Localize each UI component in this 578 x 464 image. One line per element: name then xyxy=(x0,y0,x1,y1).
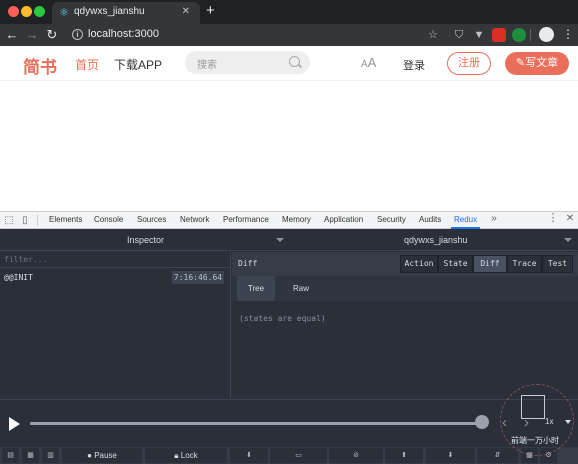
timeline-progress xyxy=(30,422,482,425)
inspector-pane: Diff Action State Diff Trace Test Tree R… xyxy=(232,252,578,398)
tab-security[interactable]: Security xyxy=(377,215,406,224)
more-tabs-icon[interactable]: » xyxy=(488,213,500,224)
instance-select[interactable]: qdywxs_jianshu xyxy=(404,235,468,245)
toolbar-divider xyxy=(530,29,531,41)
address-bar[interactable]: localhost:3000 xyxy=(88,28,159,40)
minimize-window-button[interactable] xyxy=(21,6,32,17)
tab-memory[interactable]: Memory xyxy=(282,215,311,224)
timeline-slider[interactable] xyxy=(30,422,482,425)
reload-icon[interactable]: ↻ xyxy=(44,26,60,44)
remote-icon[interactable]: ⇵ xyxy=(477,448,518,463)
inspector-monitor-icon[interactable]: ▥ xyxy=(42,448,59,463)
keyboard-icon[interactable]: ▭ xyxy=(270,448,327,463)
tab-title: qdywxs_jianshu xyxy=(74,6,145,17)
pause-button[interactable]: ● Pause xyxy=(62,448,142,463)
pin-icon[interactable]: ⬇ xyxy=(230,448,268,463)
mode-state-button[interactable]: State xyxy=(438,255,473,273)
action-list-pane: filter... @@INIT 7:16:46.64 xyxy=(0,252,231,398)
watermark: 前端一万小时 xyxy=(500,384,574,456)
action-name: @@INIT xyxy=(4,273,33,282)
shield-extension-icon[interactable]: ⛉ xyxy=(452,28,466,42)
mode-action-button[interactable]: Action xyxy=(400,255,438,273)
filter-input[interactable]: filter... xyxy=(4,255,47,264)
device-toolbar-icon[interactable]: ▯ xyxy=(19,215,31,226)
tab-application[interactable]: Application xyxy=(324,215,363,224)
remote-off-icon[interactable]: ⊘ xyxy=(329,448,383,463)
tab-performance[interactable]: Performance xyxy=(223,215,269,224)
maximize-window-button[interactable] xyxy=(34,6,45,17)
tab-console[interactable]: Console xyxy=(94,215,123,224)
browser-tab-strip: ⚛ qdywxs_jianshu ✕ + xyxy=(0,0,578,24)
devtools-tab-bar: ⬚ ▯ Elements Console Sources Network Per… xyxy=(0,211,578,229)
watermark-text: 前端一万小时 xyxy=(511,436,559,445)
mode-trace-button[interactable]: Trace xyxy=(507,255,542,273)
signup-button[interactable]: 注册 xyxy=(447,52,491,75)
tab-redux[interactable]: Redux xyxy=(450,215,481,229)
filter-field[interactable]: filter... xyxy=(0,252,231,268)
tab-sources[interactable]: Sources xyxy=(137,215,166,224)
subtab-tree[interactable]: Tree xyxy=(237,276,275,301)
login-link[interactable]: 登录 xyxy=(403,57,425,73)
forward-icon[interactable]: → xyxy=(24,26,40,44)
site-info-icon[interactable]: i xyxy=(72,29,83,40)
inspector-header: Diff Action State Diff Trace Test xyxy=(232,252,578,276)
red-extension-icon[interactable] xyxy=(492,28,506,42)
watermark-figure-icon xyxy=(521,395,545,419)
play-icon[interactable] xyxy=(9,417,20,431)
close-window-button[interactable] xyxy=(8,6,19,17)
monitor-select[interactable]: Inspector xyxy=(0,229,290,251)
profile-avatar-icon[interactable] xyxy=(539,27,554,42)
font-size-toggle-icon[interactable]: AA xyxy=(361,55,376,70)
inspector-subtabs: Tree Raw xyxy=(232,276,578,301)
devtools-divider xyxy=(37,215,38,226)
export-icon[interactable]: ⬆ xyxy=(385,448,423,463)
log-monitor-icon[interactable]: ▤ xyxy=(2,448,19,463)
nav-download-app-link[interactable]: 下载APP xyxy=(114,56,162,73)
back-icon[interactable]: ← xyxy=(4,26,20,44)
react-favicon-icon: ⚛ xyxy=(59,7,69,19)
search-icon[interactable] xyxy=(289,56,300,67)
chevron-down-icon xyxy=(276,238,284,242)
slider-handle[interactable] xyxy=(475,415,489,429)
search-input[interactable]: 搜索 xyxy=(197,56,217,71)
mode-diff-button[interactable]: Diff xyxy=(473,255,507,273)
green-extension-icon[interactable] xyxy=(512,28,526,42)
mode-test-button[interactable]: Test xyxy=(542,255,573,273)
subtab-raw[interactable]: Raw xyxy=(282,276,320,301)
monitor-label: Inspector xyxy=(127,235,165,245)
tab-audits[interactable]: Audits xyxy=(419,215,441,224)
new-tab-icon[interactable]: + xyxy=(206,3,215,19)
tab-close-icon[interactable]: ✕ xyxy=(182,6,190,17)
chevron-down-icon[interactable] xyxy=(564,238,572,242)
action-timestamp: 7:16:46.64 xyxy=(172,271,224,284)
redux-bottom-toolbar: ▤ ▦ ▥ ● Pause 🔒︎ Lock ⬇ ▭ ⊘ ⬆ ⬇ ⇵ ▦ ⚙ xyxy=(0,447,578,464)
slider-monitor: ‹ › 1x xyxy=(0,399,578,445)
browser-toolbar: ← → ↻ i localhost:3000 ☆ ⛉ ▼ ⋮ xyxy=(0,24,578,46)
vue-extension-icon[interactable]: ▼ xyxy=(472,28,486,42)
bookmark-star-icon[interactable]: ☆ xyxy=(426,28,440,42)
chart-monitor-icon[interactable]: ▦ xyxy=(22,448,39,463)
panel-title: Diff xyxy=(238,259,258,268)
redux-header: Inspector qdywxs_jianshu xyxy=(0,229,578,251)
chrome-menu-icon[interactable]: ⋮ xyxy=(562,27,574,42)
action-list-item[interactable]: @@INIT 7:16:46.64 xyxy=(0,269,231,286)
diff-message: (states are equal) xyxy=(239,314,326,323)
lock-button[interactable]: 🔒︎ Lock xyxy=(145,448,227,463)
tab-network[interactable]: Network xyxy=(180,215,209,224)
site-header: 简书 首页 下载APP 搜索 AA 登录 注册 ✎写文章 xyxy=(0,46,578,81)
import-icon[interactable]: ⬇ xyxy=(426,448,475,463)
write-article-button[interactable]: ✎写文章 xyxy=(505,52,569,75)
devtools-menu-icon[interactable]: ⋮ xyxy=(547,213,559,224)
nav-home-link[interactable]: 首页 xyxy=(75,56,99,73)
devtools-close-icon[interactable]: ✕ xyxy=(564,213,576,224)
redux-devtools-panel: Inspector qdywxs_jianshu filter... @@INI… xyxy=(0,229,578,464)
search-box[interactable]: 搜索 xyxy=(185,51,310,74)
site-logo[interactable]: 简书 xyxy=(23,53,57,78)
tab-elements[interactable]: Elements xyxy=(49,215,82,224)
browser-tab[interactable]: ⚛ qdywxs_jianshu ✕ xyxy=(52,2,200,24)
inspect-element-icon[interactable]: ⬚ xyxy=(3,215,15,226)
